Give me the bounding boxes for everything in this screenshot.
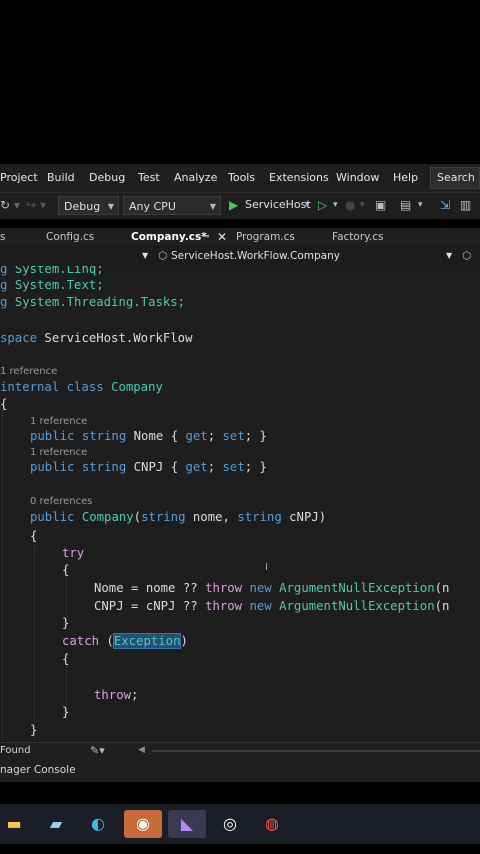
toolbar: ↻ ▾ ↪ ▾ Debug ▼ Any CPU ▼ ▶ ServiceHost … <box>0 192 480 219</box>
menu-tools[interactable]: Tools <box>228 164 255 192</box>
package-manager-console-tab[interactable]: nager Console <box>0 762 76 778</box>
chevron-down-icon: ▼ <box>107 202 114 211</box>
chevron-down-icon: ▼ <box>209 202 216 211</box>
member-dropdown[interactable]: ServiceHost.WorkFlow.Company <box>171 246 340 266</box>
bottom-panel-tabs: nager Console <box>0 758 480 782</box>
chevron-down-icon[interactable]: ▾ <box>40 197 46 213</box>
visual-studio-icon[interactable]: ◣ <box>168 810 206 838</box>
taskbar: ▬ ▰ ◐ ◉ ◣ ◎ ◍ <box>0 804 480 844</box>
code-line: internal class Company <box>0 380 163 394</box>
configuration-value: Debug <box>64 200 101 213</box>
menu-debug[interactable]: Debug <box>89 164 125 192</box>
step-icon[interactable]: ⇲ <box>440 197 450 213</box>
code-line: { <box>0 397 8 411</box>
code-line: try <box>62 546 85 560</box>
chevron-down-icon[interactable]: ▾ <box>333 197 338 213</box>
brush-icon[interactable]: ✎▾ <box>90 743 105 758</box>
menu-bar: Project Build Debug Test Analyze Tools E… <box>0 164 480 192</box>
chevron-down-icon[interactable]: ▾ <box>360 197 365 213</box>
hot-reload-icon[interactable]: ● <box>345 197 355 213</box>
close-icon[interactable]: ✕ <box>217 228 227 246</box>
menu-project[interactable]: Project <box>0 164 38 192</box>
code-line: { <box>62 652 70 666</box>
search-box[interactable]: Search (C <box>430 167 480 189</box>
configuration-dropdown[interactable]: Debug ▼ <box>58 196 119 215</box>
selected-text[interactable]: Exception <box>112 633 182 649</box>
code-line: { <box>30 529 38 543</box>
layout-icon[interactable]: ▤ <box>400 197 411 213</box>
menu-test[interactable]: Test <box>138 164 160 192</box>
tab-program[interactable]: Program.cs <box>236 228 295 246</box>
redo-icon[interactable]: ↻ <box>0 197 10 213</box>
chevron-down-icon[interactable]: ▾ <box>305 197 310 213</box>
code-line: throw; <box>94 688 139 702</box>
code-line: g System.Text; <box>0 278 104 292</box>
reference-count[interactable]: 0 references <box>30 495 93 509</box>
start-without-debug-icon[interactable]: ▷ <box>318 197 327 213</box>
code-line: g System.Threading.Tasks; <box>0 295 186 309</box>
platform-value: Any CPU <box>129 200 176 213</box>
menu-extensions[interactable]: Extensions <box>269 164 329 192</box>
tab-company[interactable]: Company.cs* <box>131 228 207 248</box>
scroll-left-icon[interactable]: ◀ <box>138 743 145 758</box>
app-icon[interactable]: ◉ <box>124 810 162 838</box>
start-debug-icon[interactable]: ▶ <box>229 197 238 213</box>
code-line: public string CNPJ { get; set; } <box>30 460 267 474</box>
issues-status[interactable]: Found <box>0 743 31 758</box>
menu-help[interactable]: Help <box>393 164 418 192</box>
undo-icon[interactable]: ↪ <box>26 197 36 213</box>
class-icon: ⬡ <box>158 250 168 262</box>
file-explorer-icon[interactable]: ▬ <box>0 810 28 838</box>
code-line: public Company(string nome, string cNPJ) <box>30 510 327 524</box>
code-line: } <box>62 616 70 630</box>
platform-dropdown[interactable]: Any CPU ▼ <box>123 196 221 215</box>
member-icon[interactable]: ⬡ <box>462 246 471 266</box>
menu-window[interactable]: Window <box>336 164 379 192</box>
code-editor[interactable]: g System.Linq; g System.Text; g System.T… <box>0 266 480 742</box>
edge-icon[interactable]: ◐ <box>84 810 112 838</box>
tab-partial[interactable]: s <box>0 228 5 246</box>
reference-count[interactable]: 1 reference <box>30 446 87 460</box>
code-line: Nome = nome ?? throw new ArgumentNullExc… <box>94 581 450 595</box>
chevron-down-icon[interactable]: ▾ <box>418 197 423 213</box>
code-line: catch (Exception) <box>62 633 188 649</box>
chevron-down-icon[interactable]: ▾ <box>14 197 20 213</box>
pin-icon[interactable]: ⊸ <box>202 228 210 246</box>
tab-config[interactable]: Config.cs <box>46 228 94 246</box>
code-line: g System.Linq; <box>0 266 104 276</box>
indent-guide <box>2 410 3 740</box>
indent-guide <box>34 544 35 740</box>
chevron-down-icon[interactable]: ▼ <box>142 246 148 266</box>
horizontal-scrollbar[interactable] <box>152 750 480 752</box>
text-cursor-icon: I <box>265 562 268 573</box>
startup-project-label[interactable]: ServiceHost <box>245 197 311 213</box>
window-icon[interactable]: ▥ <box>460 197 471 213</box>
chevron-down-icon[interactable]: ▼ <box>446 246 452 266</box>
code-line: } <box>62 705 70 719</box>
code-line: } <box>30 723 38 737</box>
document-tabs: s Config.cs Company.cs* ⊸ ✕ Program.cs F… <box>0 228 480 248</box>
app-icon[interactable]: ◍ <box>258 810 286 838</box>
reference-count[interactable]: 1 reference <box>30 415 87 429</box>
tab-factory[interactable]: Factory.cs <box>332 228 383 246</box>
navigation-bar: ▼ ⬡ ServiceHost.WorkFlow.Company ▼ ⬡ <box>0 246 480 267</box>
menu-analyze[interactable]: Analyze <box>174 164 217 192</box>
code-line: { <box>62 563 70 577</box>
reference-count[interactable]: 1 reference <box>0 365 57 379</box>
editor-status-strip: Found ✎▾ ◀ <box>0 742 480 759</box>
app-icon[interactable]: ◎ <box>216 810 244 838</box>
browse-icon[interactable]: ▣ <box>375 197 386 213</box>
code-line: CNPJ = cNPJ ?? throw new ArgumentNullExc… <box>94 599 450 613</box>
menu-build[interactable]: Build <box>47 164 75 192</box>
notepad-icon[interactable]: ▰ <box>42 810 70 838</box>
code-line: public string Nome { get; set; } <box>30 429 267 443</box>
code-line: space ServiceHost.WorkFlow <box>0 331 193 345</box>
